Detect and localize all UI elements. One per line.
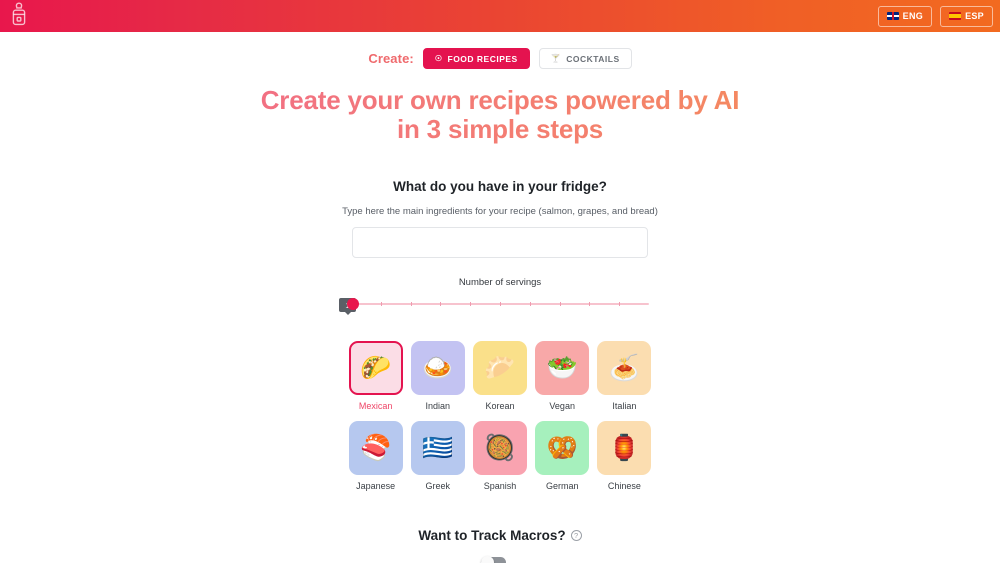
slider-thumb[interactable] [347,298,359,311]
lang-esp-label: ESP [965,11,984,21]
cuisine-option-italian[interactable]: 🍝 Italian [596,341,653,411]
lang-eng-label: ENG [902,11,924,21]
servings-label: Number of servings [458,277,542,289]
cuisine-label: Chinese [607,481,641,492]
uk-flag-icon [886,12,899,20]
red-lantern-icon: 🏮 [597,421,652,476]
fridge-question-subtitle: Type here the main ingredients for your … [342,206,658,218]
cocktail-shaker-logo-icon [10,1,28,31]
dumpling-icon: 🥟 [472,341,527,396]
cuisine-option-mexican[interactable]: 🌮 Mexican [347,341,404,411]
cuisine-option-indian[interactable]: 🍛 Indian [409,341,466,411]
cuisine-option-korean[interactable]: 🥟 Korean [471,341,528,411]
cuisine-option-spanish[interactable]: 🥘 Spanish [471,421,528,491]
slider-tick [440,302,442,307]
lang-esp-button[interactable]: ESP [940,5,993,27]
servings-slider[interactable]: 1 [339,298,649,313]
slider-tick [529,302,531,307]
servings-slider-section: Number of servings 1 [339,277,649,315]
macros-toggle-wrap [0,556,1000,563]
cuisine-label: Spanish [483,481,517,492]
ingredients-input-wrap [0,227,1000,259]
greece-flag-icon: 🇬🇷 [410,421,465,476]
page-title-line-2: in 3 simple steps [396,114,604,145]
spain-flag-icon [949,12,962,20]
macros-title-row: Want to Track Macros? ? [0,528,1000,543]
slider-tick [470,302,472,307]
language-switcher: ENG ESP [877,5,993,27]
slider-tick [410,302,412,307]
cuisine-label: Korean [485,401,515,412]
ingredients-input[interactable] [352,227,648,259]
cuisine-option-german[interactable]: 🥨 German [534,421,591,491]
cuisine-option-chinese[interactable]: 🏮 Chinese [596,421,653,491]
cuisine-option-vegan[interactable]: 🥗 Vegan [534,341,591,411]
create-label: Create: [368,51,414,66]
spaghetti-icon: 🍝 [597,341,652,396]
lang-eng-button[interactable]: ENG [877,5,933,27]
tab-food-recipes-label: FOOD RECIPES [447,53,518,64]
cuisine-label: Italian [612,401,637,412]
page-title-line-1: Create your own recipes powered by AI [260,85,740,115]
slider-tick [380,302,382,307]
logo[interactable] [10,1,28,31]
pretzel-icon: 🥨 [535,421,590,476]
tab-cocktails[interactable]: 🍸 COCKTAILS [538,48,632,69]
slider-ticks [351,302,649,307]
taco-icon: 🌮 [348,341,403,396]
sushi-icon: 🍣 [348,421,403,476]
macros-toggle[interactable] [480,556,506,563]
slider-tick [559,302,561,307]
macros-section: Want to Track Macros? ? [0,528,1000,563]
tab-cocktails-label: COCKTAILS [566,53,620,64]
cuisine-label: Japanese [356,481,396,492]
macros-toggle-knob [480,556,494,563]
slider-tick [619,302,621,307]
app-header: ENG ESP [0,0,1000,32]
paella-icon: 🥘 [472,421,527,476]
question-mark-circle-icon[interactable]: ? [570,530,582,542]
macros-heading: Want to Track Macros? [418,528,566,544]
cocktail-glass-icon: 🍸 [550,53,562,63]
page-title: Create your own recipes powered by AI in… [0,86,1000,144]
cuisine-label: German [545,481,579,492]
cuisine-grid: 🌮 Mexican 🍛 Indian 🥟 Korean 🥗 Vegan 🍝 Italian 🍣 Jap… [347,341,653,491]
create-mode-switcher: Create: ☉ FOOD RECIPES 🍸 COCKTAILS [0,48,1000,69]
fridge-question-heading: What do you have in your fridge? [393,179,607,195]
cuisine-label: Mexican [358,401,393,412]
cuisine-label: Greek [425,481,451,492]
cuisine-label: Indian [425,401,451,412]
curry-rice-icon: 🍛 [410,341,465,396]
slider-tick [500,302,501,307]
cuisine-option-greek[interactable]: 🇬🇷 Greek [409,421,466,491]
cuisine-label: Vegan [549,401,575,412]
cuisine-option-japanese[interactable]: 🍣 Japanese [347,421,404,491]
slider-tick [589,302,591,307]
green-salad-icon: 🥗 [535,341,590,396]
cooking-pot-icon: ☉ [434,53,443,63]
tab-food-recipes[interactable]: ☉ FOOD RECIPES [422,48,530,69]
